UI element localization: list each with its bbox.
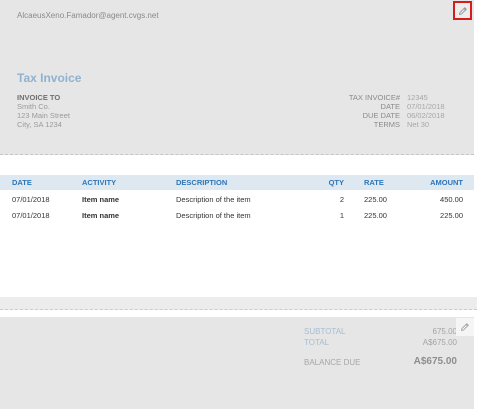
invoice-footer-panel[interactable]: SUBTOTAL 675.00 TOTAL A$675.00 BALANCE D…	[0, 317, 474, 409]
meta-value: 12345	[407, 93, 428, 102]
row-activity: Item name	[82, 195, 120, 204]
meta-row-date: DATE 07/01/2018	[349, 102, 447, 111]
edit-header-button[interactable]	[453, 1, 472, 20]
meta-value: 07/01/2018	[407, 102, 445, 111]
column-header-qty: QTY	[328, 178, 344, 187]
edit-footer-button[interactable]	[456, 318, 474, 336]
row-rate: 225.00	[364, 211, 387, 220]
section-divider	[0, 297, 477, 310]
row-rate: 225.00	[364, 195, 387, 204]
subtotal-value: 675.00	[432, 327, 457, 336]
row-description: Description of the item	[176, 211, 251, 220]
meta-label: DATE	[380, 102, 400, 111]
row-date: 07/01/2018	[12, 211, 50, 220]
meta-label: TERMS	[373, 120, 400, 129]
row-qty: 2	[339, 195, 344, 204]
sender-email: AlcaeusXeno.Famador@agent.cvgs.net	[17, 11, 159, 20]
table-header: DATE ACTIVITY DESCRIPTION QTY RATE AMOUN…	[0, 175, 474, 190]
column-header-amount: AMOUNT	[430, 178, 463, 187]
table-row[interactable]: 07/01/2018 Item name Description of the …	[0, 208, 474, 224]
table-row[interactable]: 07/01/2018 Item name Description of the …	[0, 192, 474, 208]
invoice-header-panel[interactable]: AlcaeusXeno.Famador@agent.cvgs.net Tax I…	[0, 0, 474, 155]
row-amount: 450.00	[440, 195, 463, 204]
row-amount: 225.00	[440, 211, 463, 220]
meta-row-due-date: DUE DATE 06/02/2018	[349, 111, 447, 120]
row-date: 07/01/2018	[12, 195, 50, 204]
bill-to-city: City, SA 1234	[17, 120, 62, 129]
bill-to-block: INVOICE TO Smith Co. 123 Main Street Cit…	[17, 93, 70, 129]
total-label: TOTAL	[304, 338, 330, 347]
meta-row-invoice-number: TAX INVOICE# 12345	[349, 93, 447, 102]
column-header-date: DATE	[12, 178, 32, 187]
balance-due-value: A$675.00	[413, 356, 457, 367]
row-activity: Item name	[82, 211, 120, 220]
bill-to-street: 123 Main Street	[17, 111, 70, 120]
meta-value: 06/02/2018	[407, 111, 445, 120]
meta-label: TAX INVOICE#	[348, 93, 400, 102]
column-header-activity: ACTIVITY	[82, 178, 117, 187]
pencil-icon	[458, 6, 467, 15]
row-qty: 1	[339, 211, 344, 220]
meta-label: DUE DATE	[362, 111, 400, 120]
balance-due-label: BALANCE DUE	[304, 358, 361, 367]
subtotal-label: SUBTOTAL	[304, 327, 346, 336]
pencil-icon	[460, 323, 469, 332]
column-header-rate: RATE	[364, 178, 384, 187]
invoice-meta: TAX INVOICE# 12345 DATE 07/01/2018 DUE D…	[349, 93, 447, 129]
meta-row-terms: TERMS Net 30	[349, 120, 447, 129]
bill-to-name: Smith Co.	[17, 102, 50, 111]
bill-to-heading: INVOICE TO	[17, 93, 61, 102]
invoice-title: Tax Invoice	[17, 71, 82, 85]
column-header-description: DESCRIPTION	[176, 178, 228, 187]
row-description: Description of the item	[176, 195, 251, 204]
total-value: A$675.00	[422, 338, 457, 347]
meta-value: Net 30	[407, 120, 430, 129]
